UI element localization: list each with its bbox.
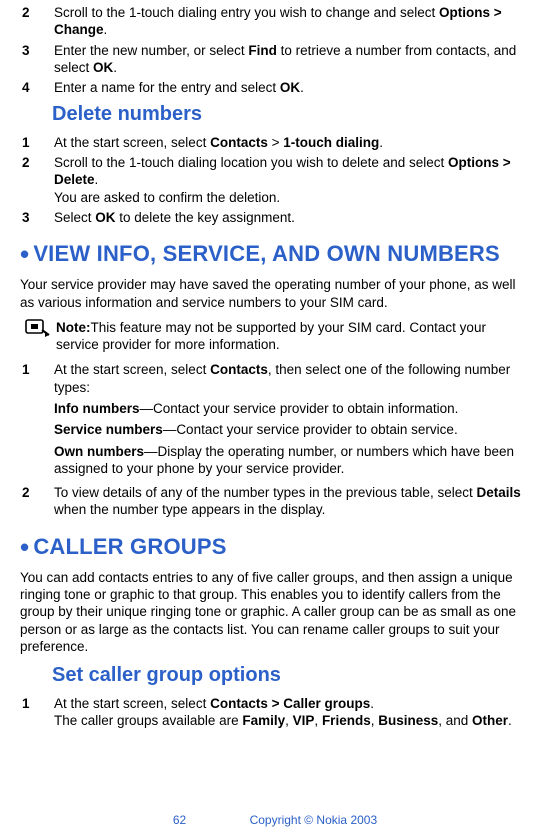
bold-text: Find [248, 43, 277, 58]
step-number: 2 [20, 154, 54, 206]
view-info-heading: •VIEW INFO, SERVICE, AND OWN NUMBERS [20, 240, 530, 268]
step-body: Enter a name for the entry and select OK… [54, 79, 530, 96]
note-icon [20, 319, 56, 354]
step: 2Scroll to the 1-touch dialing entry you… [20, 4, 530, 39]
note-block: Note:This feature may not be supported b… [20, 319, 530, 354]
step-number: 2 [20, 4, 54, 39]
step-number: 3 [20, 42, 54, 77]
bold-text: Options > Delete [54, 155, 511, 187]
delete-numbers-heading: Delete numbers [52, 102, 530, 128]
step-number: 1 [20, 695, 54, 730]
step-body: At the start screen, select Contacts > 1… [54, 134, 530, 151]
bold-text: Contacts > Caller groups [210, 696, 370, 711]
step-body: Scroll to the 1-touch dialing entry you … [54, 4, 530, 39]
pre-steps: 2Scroll to the 1-touch dialing entry you… [20, 4, 530, 96]
bullet-icon: • [20, 239, 29, 269]
copyright: Copyright © Nokia 2003 [250, 813, 378, 827]
step-tail: You are asked to confirm the deletion. [54, 189, 530, 206]
step: 2To view details of any of the number ty… [20, 484, 530, 519]
bold-text: Info numbers [54, 401, 140, 416]
bold-text: 1-touch dialing [283, 135, 379, 150]
step: 4Enter a name for the entry and select O… [20, 79, 530, 96]
step-body: To view details of any of the number typ… [54, 484, 530, 519]
bold-text: Options > Change [54, 5, 502, 37]
bold-text: Service numbers [54, 422, 163, 437]
step: 3Select OK to delete the key assignment. [20, 209, 530, 226]
step-body: Scroll to the 1-touch dialing location y… [54, 154, 530, 206]
note-body: Note:This feature may not be supported b… [56, 319, 530, 354]
bold-text: Contacts [210, 362, 268, 377]
step-subitem: Info numbers—Contact your service provid… [54, 400, 530, 417]
caller-groups-heading-text: CALLER GROUPS [33, 534, 226, 559]
bold-text: Friends [322, 713, 371, 728]
view-intro-paragraph: Your service provider may have saved the… [20, 276, 530, 311]
step-body: Select OK to delete the key assignment. [54, 209, 530, 226]
step-body: At the start screen, select Contacts, th… [54, 361, 530, 481]
step-body: Enter the new number, or select Find to … [54, 42, 530, 77]
step-number: 3 [20, 209, 54, 226]
step-number: 1 [20, 361, 54, 481]
caller-groups-intro: You can add contacts entries to any of f… [20, 569, 530, 655]
bold-text: OK [93, 60, 113, 75]
step: 1At the start screen, select Contacts > … [20, 695, 530, 730]
bold-text: VIP [293, 713, 315, 728]
bold-text: Business [378, 713, 438, 728]
bold-text: OK [280, 80, 300, 95]
step: 1At the start screen, select Contacts > … [20, 134, 530, 151]
step-number: 4 [20, 79, 54, 96]
step: 1At the start screen, select Contacts, t… [20, 361, 530, 481]
bullet-icon: • [20, 532, 29, 562]
bold-text: Family [242, 713, 285, 728]
note-label: Note: [56, 320, 91, 335]
view-info-heading-text: VIEW INFO, SERVICE, AND OWN NUMBERS [33, 241, 500, 266]
step-body: At the start screen, select Contacts > C… [54, 695, 530, 730]
page-number: 62 [173, 813, 186, 827]
step-number: 2 [20, 484, 54, 519]
delete-steps: 1At the start screen, select Contacts > … [20, 134, 530, 226]
set-steps: 1At the start screen, select Contacts > … [20, 695, 530, 730]
footer: 62 Copyright © Nokia 2003 [0, 813, 550, 828]
bold-text: Own numbers [54, 444, 144, 459]
bold-text: OK [95, 210, 115, 225]
step-tail: The caller groups available are Family, … [54, 712, 530, 729]
step-subitem: Own numbers—Display the operating number… [54, 443, 530, 478]
caller-groups-heading: •CALLER GROUPS [20, 533, 530, 561]
bold-text: Other [472, 713, 508, 728]
bold-text: Details [476, 485, 520, 500]
view-steps: 1At the start screen, select Contacts, t… [20, 361, 530, 518]
step-number: 1 [20, 134, 54, 151]
step-subitem: Service numbers—Contact your service pro… [54, 421, 530, 438]
set-caller-group-heading: Set caller group options [52, 663, 530, 689]
bold-text: Contacts [210, 135, 268, 150]
step: 3Enter the new number, or select Find to… [20, 42, 530, 77]
note-text: This feature may not be supported by you… [56, 320, 486, 352]
step: 2Scroll to the 1-touch dialing location … [20, 154, 530, 206]
